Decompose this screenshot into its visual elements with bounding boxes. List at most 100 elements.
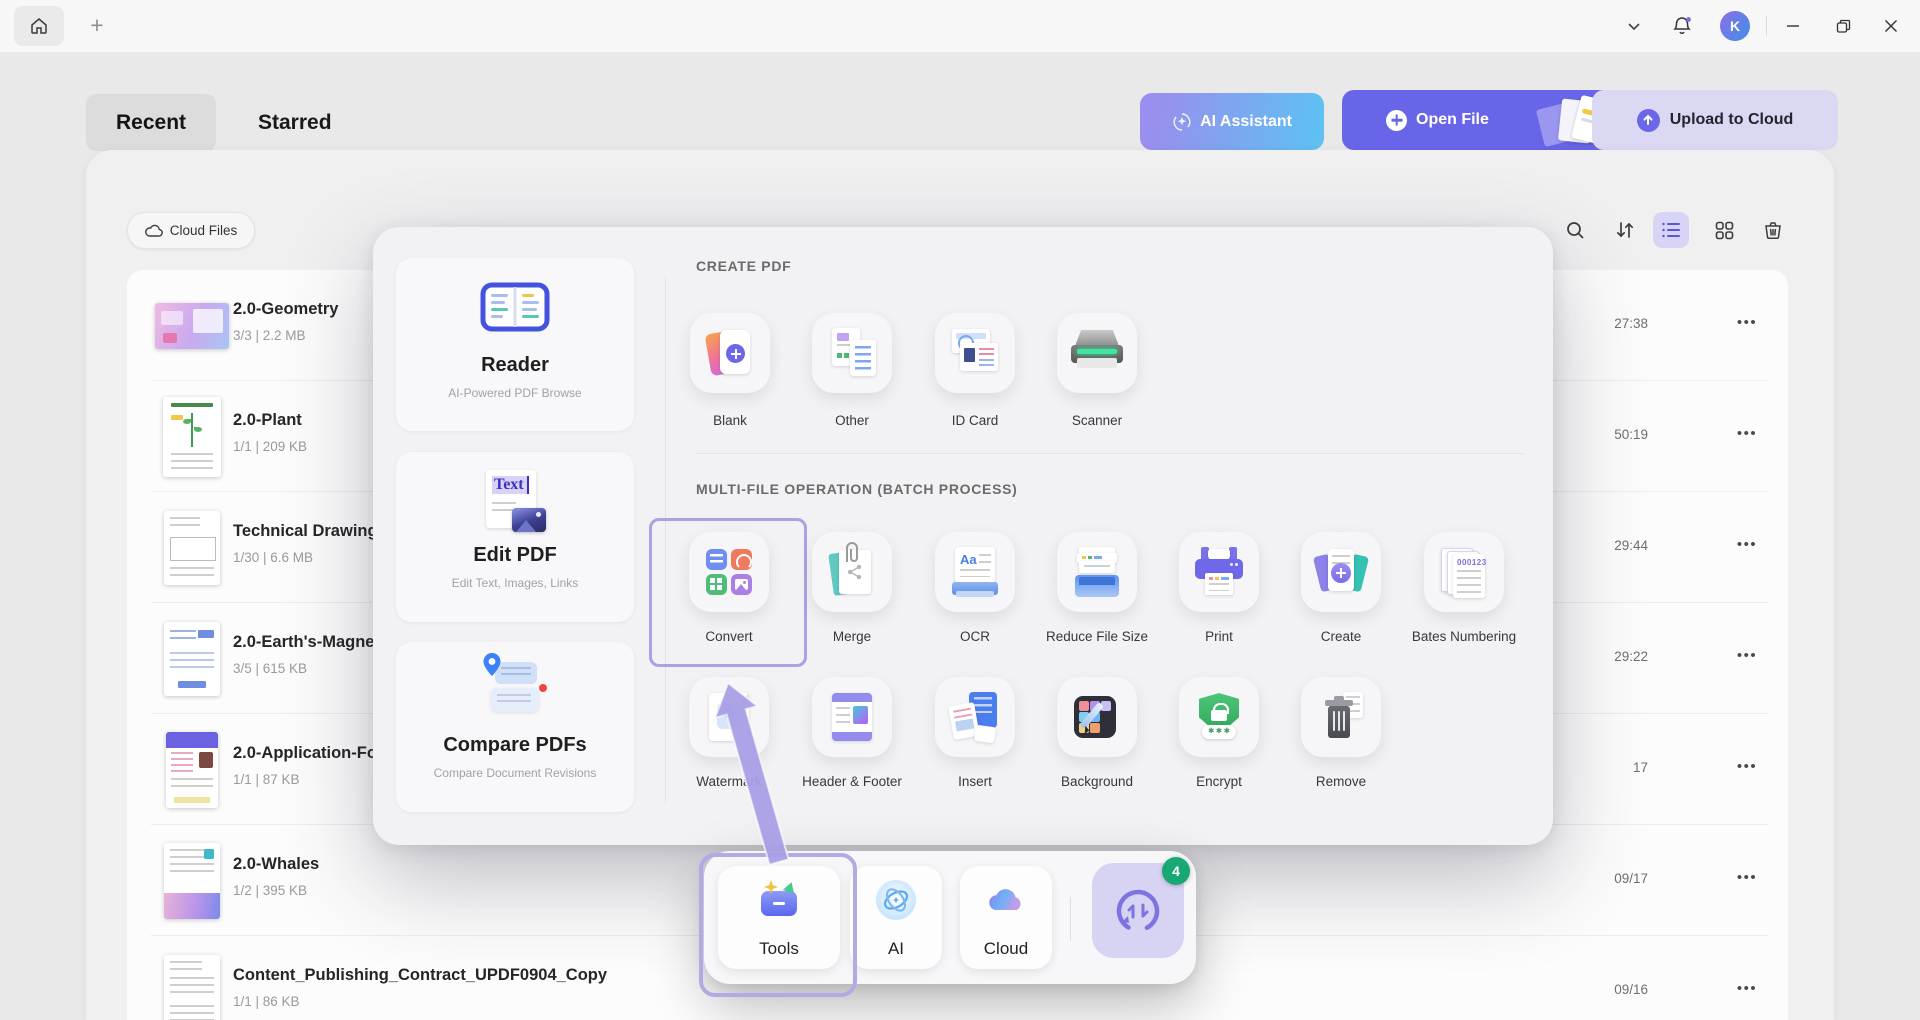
reader-title: Reader [481,354,549,376]
file-name: 2.0-Plant [233,411,302,429]
cloud-files-label: Cloud Files [169,223,238,238]
grid-view-icon[interactable] [1706,212,1742,248]
file-name: Content_Publishing_Contract_UPDF0904_Cop… [233,966,608,984]
file-meta: 1/30 | 6.6 MB [233,550,314,565]
file-thumbnail [164,842,220,919]
batch-bates-tile[interactable]: 000123 [1424,532,1504,612]
blank-icon [704,328,754,378]
batch-background-tile[interactable] [1057,677,1137,757]
chevron-down-icon[interactable] [1615,8,1653,44]
dock-cloud-label: Cloud [983,939,1029,958]
batch-header-footer-tile[interactable] [812,677,892,757]
new-tab-button[interactable]: + [84,12,110,40]
dock-ai-button[interactable]: AI [850,866,942,969]
create-blank-tile[interactable] [690,313,770,393]
restore-button[interactable] [1824,8,1862,44]
batch-insert-tile[interactable] [935,677,1015,757]
file-meta: 3/5 | 615 KB [233,661,308,676]
sort-icon[interactable] [1607,212,1643,248]
batch-encrypt-tile[interactable]: ✱ ✱ ✱ [1179,677,1259,757]
batch-merge-tile[interactable] [812,532,892,612]
reader-subtitle: AI-Powered PDF Browse [448,386,582,400]
file-more-button[interactable]: ••• [1725,974,1769,1004]
file-meta: 1/1 | 87 KB [233,772,300,787]
file-more-button[interactable]: ••• [1725,308,1769,338]
transfer-count-badge: 4 [1162,857,1190,885]
batch-section-title: MULTI-FILE OPERATION (BATCH PROCESS) [696,481,1018,497]
ai-assistant-button[interactable]: AI Assistant [1140,93,1324,150]
batch-create-tile[interactable] [1301,532,1381,612]
create-icon [1312,547,1370,597]
file-thumbnail [164,621,220,696]
encrypt-icon: ✱ ✱ ✱ [1197,693,1241,741]
file-thumbnail [155,302,229,349]
file-date: 29:44 [1614,538,1648,553]
reader-card[interactable]: Reader AI-Powered PDF Browse [396,258,634,431]
open-file-button[interactable]: Open File [1342,90,1614,150]
batch-convert-tile[interactable] [689,532,769,612]
search-icon[interactable] [1557,212,1593,248]
tab-starred[interactable]: Starred [250,94,340,151]
home-icon [31,18,47,34]
home-tab[interactable] [14,6,64,46]
batch-reduce-tile[interactable] [1057,532,1137,612]
edit-pdf-card[interactable]: Text Edit PDF Edit Text, Images, Links [396,452,634,622]
file-more-button[interactable]: ••• [1725,641,1769,671]
upload-arrow-icon [1636,108,1660,132]
merge-icon [828,542,875,598]
close-button[interactable] [1872,8,1910,44]
cloud-icon [144,224,163,237]
edit-pdf-icon: Text [484,468,546,532]
id-card-icon [950,329,1000,377]
dock-cloud-button[interactable]: Cloud [960,866,1052,969]
print-icon [1195,547,1243,597]
convert-icon [706,549,752,595]
file-more-button[interactable]: ••• [1725,530,1769,560]
other-icon [828,328,876,378]
compare-pdfs-icon [483,653,547,718]
background-icon [1074,694,1120,740]
batch-remove-tile[interactable] [1301,677,1381,757]
file-date: 17 [1632,760,1648,775]
list-view-icon [1662,222,1680,238]
tools-highlight-outline [699,853,857,997]
batch-bates-label: Bates Numbering [1411,629,1517,644]
tools-modal: Reader AI-Powered PDF Browse Text Edit P… [373,227,1553,845]
create-id-card-tile[interactable] [935,313,1015,393]
notification-bell-icon[interactable] [1663,8,1701,44]
recycle-bin-icon[interactable] [1755,212,1791,248]
user-avatar[interactable]: K [1720,11,1750,41]
header-footer-icon [832,693,872,741]
compare-pdfs-card[interactable]: Compare PDFs Compare Document Revisions [396,642,634,812]
dock-cloud-icon [984,880,1028,920]
dock-divider [1070,897,1071,941]
ai-assistant-label: AI Assistant [1200,112,1292,130]
create-scanner-label: Scanner [1071,413,1123,428]
window-titlebar: + K [0,0,1920,52]
ai-sparkle-icon [1173,112,1191,131]
file-meta: 1/1 | 86 KB [233,994,300,1009]
batch-ocr-tile[interactable]: Aa [935,532,1015,612]
file-more-button[interactable]: ••• [1725,863,1769,893]
batch-print-tile[interactable] [1179,532,1259,612]
edit-pdf-subtitle: Edit Text, Images, Links [451,576,579,590]
minimize-button[interactable] [1774,8,1812,44]
file-name: 2.0-Earth's-Magneti [233,633,385,651]
file-date: 27:38 [1614,316,1648,331]
file-meta: 1/2 | 395 KB [233,883,308,898]
remove-icon [1319,692,1363,742]
cloud-files-button[interactable]: Cloud Files [127,212,255,249]
plus-circle-icon [1386,109,1407,131]
file-name: Technical Drawing [233,522,378,540]
titlebar-divider [1766,16,1767,36]
file-more-button[interactable]: ••• [1725,419,1769,449]
modal-horizontal-divider [696,453,1525,454]
upload-to-cloud-button[interactable]: Upload to Cloud [1592,90,1838,150]
tab-recent[interactable]: Recent [86,94,216,151]
file-date: 09/17 [1614,871,1648,886]
list-view-button[interactable] [1653,212,1689,248]
create-scanner-tile[interactable] [1057,313,1137,393]
create-other-tile[interactable] [812,313,892,393]
file-more-button[interactable]: ••• [1725,752,1769,782]
batch-watermark-tile[interactable]: $ [689,677,769,757]
